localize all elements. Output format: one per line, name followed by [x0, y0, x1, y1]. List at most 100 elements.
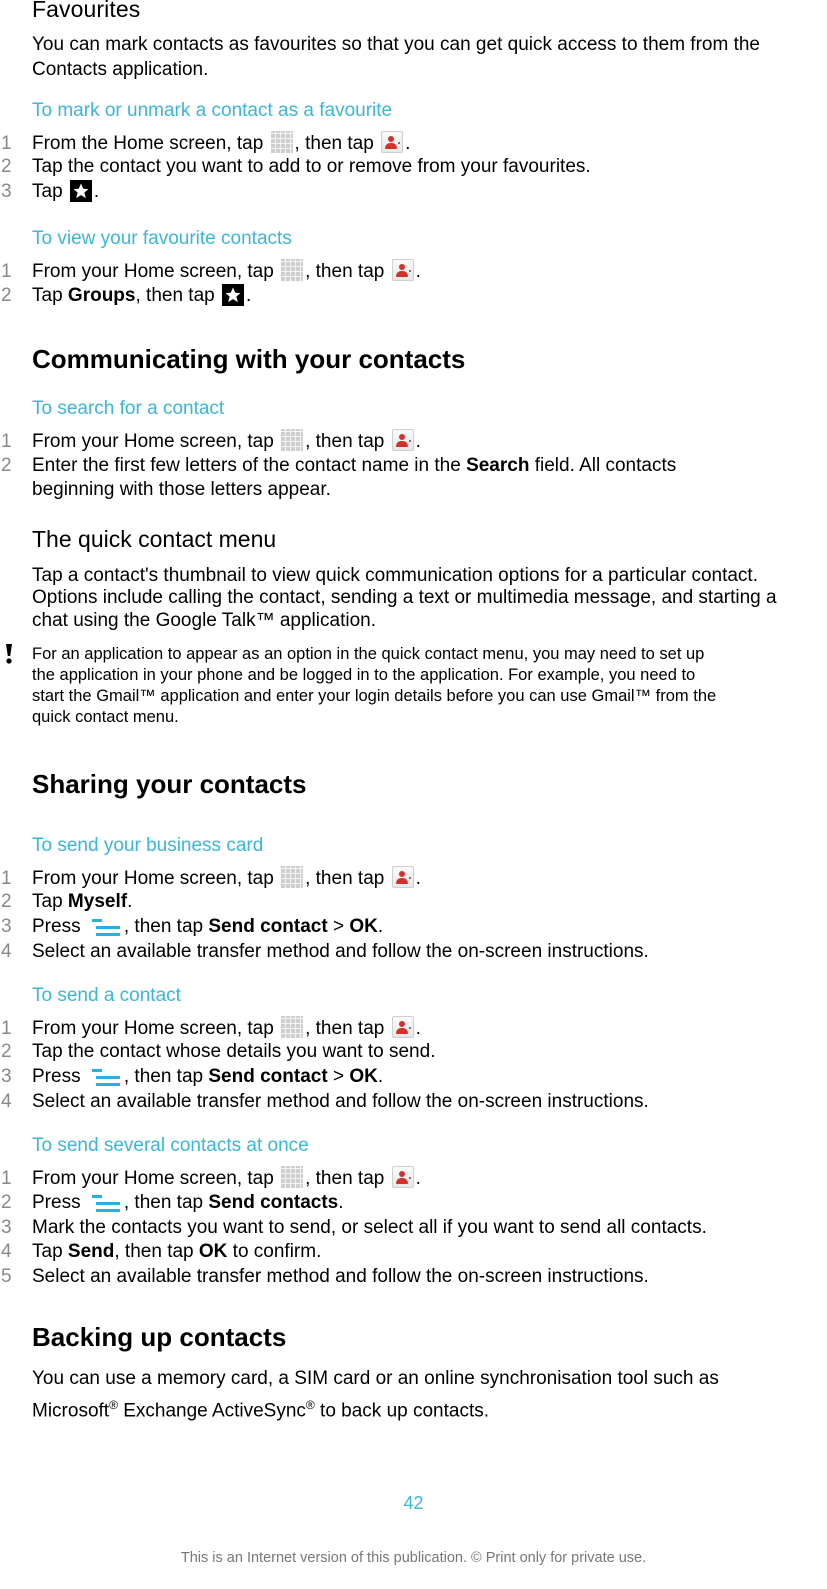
step: 1 From your Home screen, tap , then tap . [0, 1016, 421, 1041]
step-number: 2 [1, 285, 12, 306]
step-number: 1 [1, 868, 12, 889]
step-text: Tap the contact you want to add to or re… [32, 156, 591, 177]
step-text: , then tap [123, 1192, 209, 1213]
step: 2 Tap Groups, then tap . [0, 284, 251, 308]
step-text: Press [32, 1192, 86, 1213]
procedure-heading-view-favourites: To view your favourite contacts [32, 228, 292, 249]
step-text: . [415, 868, 421, 889]
step-number: 2 [1, 156, 12, 177]
section-title-communicating: Communicating with your contacts [32, 344, 466, 374]
favourites-intro: You can mark contacts as favourites so t… [32, 34, 761, 80]
backup-para-line: Microsoft® Exchange ActiveSync® to back … [32, 1393, 822, 1423]
apps-grid-icon [281, 1166, 304, 1188]
exclamation-icon [6, 644, 12, 664]
step-number: 4 [1, 941, 12, 962]
contacts-app-icon [391, 429, 414, 451]
step: 4 Select an available transfer method and… [0, 940, 649, 964]
step: 4 Select an available transfer method and… [0, 1090, 649, 1114]
step-continuation: beginning with those letters appear. [32, 479, 331, 500]
backup-text: Microsoft [32, 1400, 110, 1422]
step-number: 3 [1, 916, 12, 937]
step-text: Select an available transfer method and … [32, 941, 649, 962]
step-text: Mark the contacts you want to send, or s… [32, 1217, 707, 1238]
step-text: , then tap [123, 1066, 209, 1087]
step-text: From your Home screen, tap [32, 261, 280, 282]
registered-mark: ® [109, 1398, 118, 1412]
note-line: start the Gmail™ application and enter y… [32, 687, 717, 705]
step-text: Tap [32, 285, 68, 306]
apps-grid-icon [281, 866, 304, 888]
step-text: Tap [32, 891, 68, 912]
step: 2 Tap the contact whose details you want … [0, 1040, 435, 1064]
step-text: Tap [32, 181, 68, 202]
procedure-heading-send-several: To send several contacts at once [32, 1135, 309, 1156]
step: 2 Tap Myself. [0, 890, 132, 914]
step-text: field. All contacts [529, 455, 677, 476]
step-text: . [415, 261, 421, 282]
step-number: 2 [1, 455, 12, 476]
step-number: 1 [1, 1018, 12, 1039]
registered-mark: ® [305, 1398, 315, 1412]
step-text: Select an available transfer method and … [32, 1091, 649, 1112]
contacts-app-icon [391, 866, 414, 888]
procedure-heading-mark-favourite: To mark or unmark a contact as a favouri… [32, 100, 393, 121]
step-text: Press [32, 916, 86, 937]
contacts-app-icon [381, 131, 404, 153]
step: 5 Select an available transfer method and… [0, 1265, 649, 1289]
step-text: Press [32, 1066, 86, 1087]
step-text: . [246, 285, 252, 306]
step-number: 4 [1, 1091, 12, 1112]
step: 1 From the Home screen, tap , then tap . [0, 131, 410, 156]
note-line: For an application to appear as an optio… [32, 645, 705, 663]
step: 2 Tap the contact you want to add to or r… [0, 155, 591, 179]
step-number: 1 [1, 1168, 12, 1189]
menu-icon [91, 1193, 122, 1215]
contacts-app-icon [391, 1016, 414, 1038]
contacts-app-icon [391, 1166, 414, 1188]
step-number: 5 [1, 1266, 12, 1287]
ui-term: OK [349, 916, 378, 937]
step: 2 Press , then tap Send contacts. [0, 1191, 344, 1215]
step-text: . [415, 431, 421, 452]
step-text: Tap the contact whose details you want t… [32, 1041, 436, 1062]
step-text: . [377, 1066, 384, 1087]
apps-grid-icon [281, 259, 304, 281]
step-text: , then tap [305, 1168, 390, 1189]
step-text: . [93, 181, 100, 202]
footer-notice: This is an Internet version of this publ… [180, 1550, 647, 1566]
step-text: , then tap [123, 916, 209, 937]
contacts-app-icon [391, 259, 414, 281]
step: 3 Press , then tap Send contact > OK. [0, 915, 383, 939]
note-line: the application in your phone and be log… [32, 666, 696, 684]
ui-term: Send contact [208, 916, 328, 937]
step-text: Tap [32, 1241, 68, 1262]
step-text: , then tap [114, 1241, 199, 1262]
ui-term: OK [349, 1066, 378, 1087]
step: 3 Press , then tap Send contact > OK. [0, 1065, 383, 1089]
section-title-sharing: Sharing your contacts [32, 769, 307, 799]
star-icon [69, 180, 92, 202]
step: 1 From your Home screen, tap , then tap . [0, 866, 421, 891]
step-text: > [327, 1066, 350, 1087]
step-text: , then tap [305, 431, 390, 452]
step-text: . [405, 133, 411, 154]
step-text: From the Home screen, tap [32, 133, 269, 154]
star-icon [222, 284, 244, 306]
step-text: From your Home screen, tap [32, 431, 280, 452]
step: 1 From your Home screen, tap , then tap . [0, 259, 421, 284]
backup-para-line: You can use a memory card, a SIM card or… [32, 1368, 719, 1389]
section-title-quick-contact-menu: The quick contact menu [32, 526, 277, 552]
step-text: , then tap [135, 285, 220, 306]
step-text: . [415, 1018, 421, 1039]
menu-icon [91, 917, 122, 939]
ui-term: Send [67, 1241, 115, 1262]
ui-term: Myself [67, 891, 128, 912]
step-text: Enter the first few letters of the conta… [32, 455, 467, 476]
step: 1 From your Home screen, tap , then tap . [0, 1166, 421, 1191]
step-number: 1 [1, 431, 12, 452]
step: 2 Enter the first few letters of the cont… [0, 454, 676, 478]
section-title-backing-up: Backing up contacts [32, 1322, 287, 1352]
step-text: , then tap [305, 261, 390, 282]
step-text: , then tap [305, 1018, 390, 1039]
ui-term: OK [198, 1241, 228, 1262]
